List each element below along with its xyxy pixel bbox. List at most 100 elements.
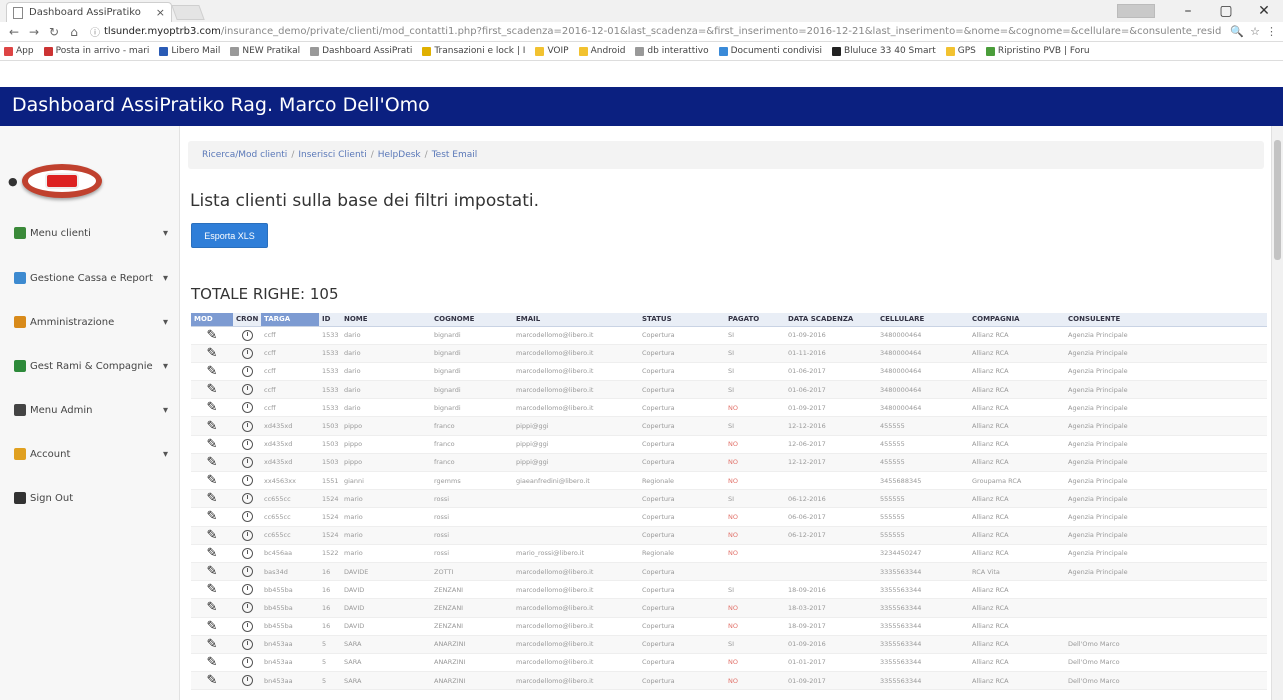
bookmark-item[interactable]: Posta in arrivo - mari bbox=[43, 46, 149, 56]
cron-cell[interactable] bbox=[233, 544, 261, 563]
clock-icon[interactable] bbox=[241, 602, 253, 614]
clock-icon[interactable] bbox=[241, 675, 253, 687]
url-field[interactable]: ⓘ tlsunder.myoptrb3.com /insurance_demo/… bbox=[90, 24, 1224, 40]
edit-pencil-icon[interactable]: ✎ bbox=[191, 362, 233, 382]
edit-pencil-icon[interactable]: ✎ bbox=[191, 471, 233, 491]
cron-cell[interactable] bbox=[233, 471, 261, 491]
clock-icon[interactable] bbox=[241, 438, 253, 450]
sidebar-item-gest-rami-compagnie[interactable]: Gest Rami & Compagnie ▾ bbox=[14, 357, 168, 375]
clock-icon[interactable] bbox=[241, 511, 253, 523]
cron-cell[interactable] bbox=[233, 453, 261, 473]
column-header-email[interactable]: EMAIL bbox=[513, 313, 639, 327]
sidebar-item-gestione-cassa-e-report[interactable]: Gestione Cassa e Report ▾ bbox=[14, 269, 168, 287]
forward-icon[interactable]: → bbox=[26, 25, 42, 39]
cron-cell[interactable] bbox=[233, 326, 261, 345]
edit-pencil-icon[interactable]: ✎ bbox=[191, 435, 233, 454]
clock-icon[interactable] bbox=[241, 384, 253, 396]
edit-pencil-icon[interactable]: ✎ bbox=[191, 398, 233, 418]
sidebar-item-account[interactable]: Account ▾ bbox=[14, 445, 168, 463]
column-header-cellulare[interactable]: CELLULARE bbox=[877, 313, 969, 327]
cron-cell[interactable] bbox=[233, 435, 261, 454]
edit-pencil-icon[interactable]: ✎ bbox=[191, 344, 233, 363]
edit-pencil-icon[interactable]: ✎ bbox=[191, 326, 233, 345]
site-info-icon[interactable]: ⓘ bbox=[90, 24, 100, 39]
edit-pencil-icon[interactable]: ✎ bbox=[191, 617, 233, 636]
sidebar-item-amministrazione[interactable]: Amministrazione ▾ bbox=[14, 313, 168, 331]
cron-cell[interactable] bbox=[233, 507, 261, 527]
bookmark-item[interactable]: Bluluce 33 40 Smart bbox=[831, 46, 936, 56]
clock-icon[interactable] bbox=[241, 529, 253, 541]
bookmark-item[interactable]: GPS bbox=[945, 46, 976, 56]
breadcrumb-link[interactable]: Inserisci Clienti bbox=[298, 150, 366, 160]
column-header-data-scadenza[interactable]: DATA SCADENZA bbox=[785, 313, 877, 327]
cron-cell[interactable] bbox=[233, 562, 261, 582]
edit-pencil-icon[interactable]: ✎ bbox=[191, 544, 233, 563]
clock-icon[interactable] bbox=[241, 475, 253, 487]
cron-cell[interactable] bbox=[233, 598, 261, 618]
cron-cell[interactable] bbox=[233, 653, 261, 673]
new-tab-button[interactable] bbox=[171, 5, 205, 20]
browser-menu-icon[interactable]: ⋮ bbox=[1266, 25, 1277, 38]
edit-pencil-icon[interactable]: ✎ bbox=[191, 635, 233, 654]
bookmark-item[interactable]: VOIP bbox=[535, 46, 569, 56]
cron-cell[interactable] bbox=[233, 617, 261, 636]
edit-pencil-icon[interactable]: ✎ bbox=[191, 507, 233, 527]
reload-icon[interactable]: ↻ bbox=[46, 25, 62, 39]
clock-icon[interactable] bbox=[241, 365, 253, 377]
clock-icon[interactable] bbox=[241, 584, 253, 596]
browser-tab[interactable]: Dashboard AssiPratiko × bbox=[6, 2, 172, 22]
column-header-targa[interactable]: TARGA bbox=[261, 313, 319, 327]
column-header-cognome[interactable]: COGNOME bbox=[431, 313, 513, 327]
page-scrollbar[interactable] bbox=[1271, 126, 1283, 700]
bookmark-item[interactable]: Ripristino PVB | Foru bbox=[985, 46, 1090, 56]
edit-pencil-icon[interactable]: ✎ bbox=[191, 416, 233, 436]
column-header-cron[interactable]: CRON bbox=[233, 313, 261, 327]
clock-icon[interactable] bbox=[241, 566, 253, 578]
column-header-status[interactable]: STATUS bbox=[639, 313, 725, 327]
cron-cell[interactable] bbox=[233, 635, 261, 654]
cron-cell[interactable] bbox=[233, 344, 261, 363]
bookmark-item[interactable]: Documenti condivisi bbox=[718, 46, 822, 56]
cron-cell[interactable] bbox=[233, 526, 261, 545]
edit-pencil-icon[interactable]: ✎ bbox=[191, 580, 233, 600]
scrollbar-thumb[interactable] bbox=[1274, 140, 1281, 260]
sidebar-item-menu-clienti[interactable]: Menu clienti ▾ bbox=[14, 224, 168, 242]
column-header-consulente[interactable]: CONSULENTE bbox=[1065, 313, 1267, 327]
breadcrumb-link[interactable]: HelpDesk bbox=[378, 150, 421, 160]
edit-pencil-icon[interactable]: ✎ bbox=[191, 562, 233, 582]
bookmark-star-icon[interactable]: ☆ bbox=[1250, 25, 1260, 38]
edit-pencil-icon[interactable]: ✎ bbox=[191, 653, 233, 673]
edit-pencil-icon[interactable]: ✎ bbox=[191, 671, 233, 691]
edit-pencil-icon[interactable]: ✎ bbox=[191, 598, 233, 618]
column-header-compagnia[interactable]: COMPAGNIA bbox=[969, 313, 1065, 327]
clock-icon[interactable] bbox=[241, 656, 253, 668]
column-header-pagato[interactable]: PAGATO bbox=[725, 313, 785, 327]
maximize-icon[interactable]: ▢ bbox=[1207, 3, 1245, 19]
bookmark-item[interactable]: Android bbox=[578, 46, 625, 56]
bookmark-item[interactable]: Libero Mail bbox=[159, 46, 220, 56]
cron-cell[interactable] bbox=[233, 671, 261, 691]
sidebar-item-menu-admin[interactable]: Menu Admin ▾ bbox=[14, 401, 168, 419]
breadcrumb-link[interactable]: Test Email bbox=[432, 150, 478, 160]
profile-avatar[interactable] bbox=[1117, 4, 1155, 18]
clock-icon[interactable] bbox=[241, 638, 253, 650]
cron-cell[interactable] bbox=[233, 362, 261, 382]
bookmark-item[interactable]: App bbox=[4, 46, 34, 56]
clock-icon[interactable] bbox=[241, 547, 253, 559]
column-header-mod[interactable]: MOD bbox=[191, 313, 233, 327]
minimize-icon[interactable]: – bbox=[1169, 3, 1207, 19]
edit-pencil-icon[interactable]: ✎ bbox=[191, 453, 233, 473]
edit-pencil-icon[interactable]: ✎ bbox=[191, 489, 233, 509]
column-header-id[interactable]: ID bbox=[319, 313, 341, 327]
zoom-icon[interactable]: 🔍 bbox=[1230, 25, 1244, 38]
cron-cell[interactable] bbox=[233, 489, 261, 509]
clock-icon[interactable] bbox=[241, 620, 253, 632]
clock-icon[interactable] bbox=[241, 402, 253, 414]
cron-cell[interactable] bbox=[233, 398, 261, 418]
app-brand-title[interactable]: Dashboard AssiPratiko Rag. Marco Dell'Om… bbox=[12, 94, 430, 116]
clock-icon[interactable] bbox=[241, 420, 253, 432]
clock-icon[interactable] bbox=[241, 347, 253, 359]
logo[interactable]: ● bbox=[8, 164, 102, 198]
cron-cell[interactable] bbox=[233, 416, 261, 436]
bookmark-item[interactable]: db interattivo bbox=[635, 46, 709, 56]
